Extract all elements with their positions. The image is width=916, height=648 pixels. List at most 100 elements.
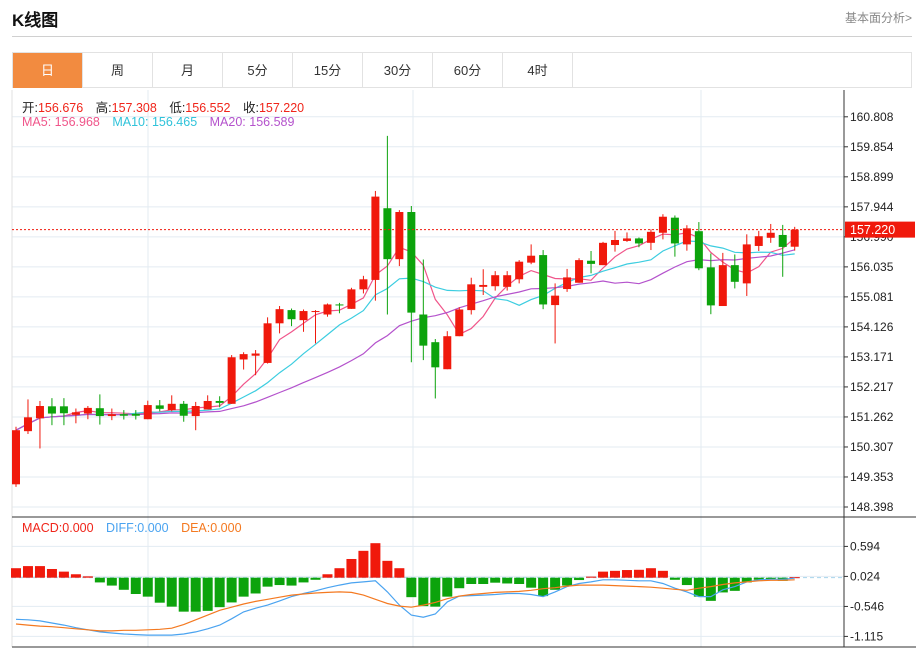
candle-body [287, 310, 296, 320]
candle-body [227, 357, 236, 404]
candle-body [706, 267, 715, 306]
macd-bar [610, 570, 620, 578]
candle-body [383, 208, 392, 260]
grid-lines [12, 90, 844, 647]
candle-body [599, 242, 608, 266]
macd-bar [334, 568, 345, 578]
macd-bar [262, 577, 273, 587]
macd-bar [621, 570, 632, 578]
candle-body [275, 309, 284, 324]
candle-body [730, 265, 739, 282]
macd-bar [586, 576, 597, 578]
candle-body [47, 406, 56, 414]
candle-body [371, 196, 380, 280]
candle-body [95, 408, 104, 417]
macd-bar [574, 577, 585, 581]
candle-body [323, 304, 332, 315]
dea-label: DEA: [181, 521, 211, 535]
macd-bar [166, 577, 177, 607]
macd-bar [502, 577, 513, 584]
macd-bar [346, 558, 357, 578]
price-axis: 160.808159.854158.899157.944156.990156.0… [12, 110, 915, 643]
price-tick-label: 152.217 [850, 380, 894, 394]
macd-bar [106, 577, 117, 586]
candle-body [563, 277, 572, 290]
candle-body [335, 304, 344, 306]
price-tick-label: 153.171 [850, 350, 894, 364]
macd-bar [657, 570, 668, 578]
macd-tick-label: 0.594 [850, 539, 880, 553]
candle-body [575, 260, 584, 283]
macd-bar [358, 550, 369, 578]
macd-bar [130, 577, 141, 595]
macd-bar [705, 577, 716, 601]
candle-body [347, 289, 356, 309]
candle-body [694, 231, 703, 269]
candle-body [718, 265, 727, 307]
low-value: 156.552 [185, 101, 231, 115]
macd-tick-label: -0.546 [850, 599, 884, 613]
macd-bar [274, 577, 285, 586]
macd-bar [94, 577, 105, 583]
ma20-line [15, 249, 795, 431]
macd-bar [466, 577, 477, 585]
candle-body [395, 212, 404, 260]
macd-readout: MACD:0.000 DIFF:0.000 DEA:0.000 [22, 521, 242, 535]
candle-body [131, 413, 140, 416]
macd-bar [394, 568, 405, 578]
price-tick-label: 156.035 [850, 260, 894, 274]
macd-bar [34, 566, 45, 578]
macd-label: MACD: [22, 521, 63, 535]
macd-bar [370, 543, 381, 578]
candle-body [742, 244, 751, 284]
low-label: 低: [169, 101, 186, 115]
candle-body [503, 275, 512, 287]
candle-body [646, 231, 655, 243]
candle-body [179, 403, 188, 416]
candle-body [299, 311, 308, 321]
candle-body [754, 236, 763, 246]
price-tick-label: 160.808 [850, 110, 894, 124]
macd-bar [118, 577, 129, 590]
price-tick-label: 148.398 [850, 500, 894, 514]
ohlc-readout: 开:156.676 高:157.308 低:156.552 收:157.220 [22, 97, 304, 116]
ma10-line [15, 240, 795, 431]
macd-bar [645, 568, 656, 578]
macd-bar [418, 577, 429, 607]
moving-average-lines [15, 232, 796, 431]
candlesticks [12, 135, 799, 487]
macd-bar [178, 577, 189, 612]
candle-body [515, 261, 524, 280]
candle-body [23, 417, 32, 432]
ma10-label: MA10: [112, 115, 149, 129]
macd-bar [490, 577, 501, 583]
candle-body [587, 260, 596, 264]
macd-bar [538, 577, 549, 597]
open-value: 156.676 [37, 101, 84, 115]
candle-body [790, 229, 799, 247]
candle-body [83, 407, 92, 414]
candle-body [263, 323, 272, 363]
candle-body [167, 403, 176, 411]
price-tick-label: 159.854 [850, 140, 894, 154]
candle-body [455, 309, 464, 337]
price-tick-label: 150.307 [850, 440, 894, 454]
ma10-value: 156.465 [151, 115, 198, 129]
macd-bar [514, 577, 525, 585]
macd-bar [214, 577, 225, 608]
ma5-value: 156.968 [54, 115, 100, 129]
high-label: 高: [95, 101, 112, 115]
candle-body [35, 406, 44, 419]
ma20-value: 156.589 [249, 115, 295, 129]
macd-bar [238, 577, 249, 597]
macd-bar [681, 577, 692, 586]
macd-bar [202, 577, 213, 611]
candle-body [539, 255, 548, 305]
diff-value: 0.000 [137, 521, 169, 535]
candle-body [766, 232, 775, 238]
macd-bar [11, 568, 21, 578]
diff-label: DIFF: [106, 521, 138, 535]
candle-body [59, 406, 68, 414]
macd-bar [406, 577, 417, 598]
candle-body [251, 353, 260, 356]
